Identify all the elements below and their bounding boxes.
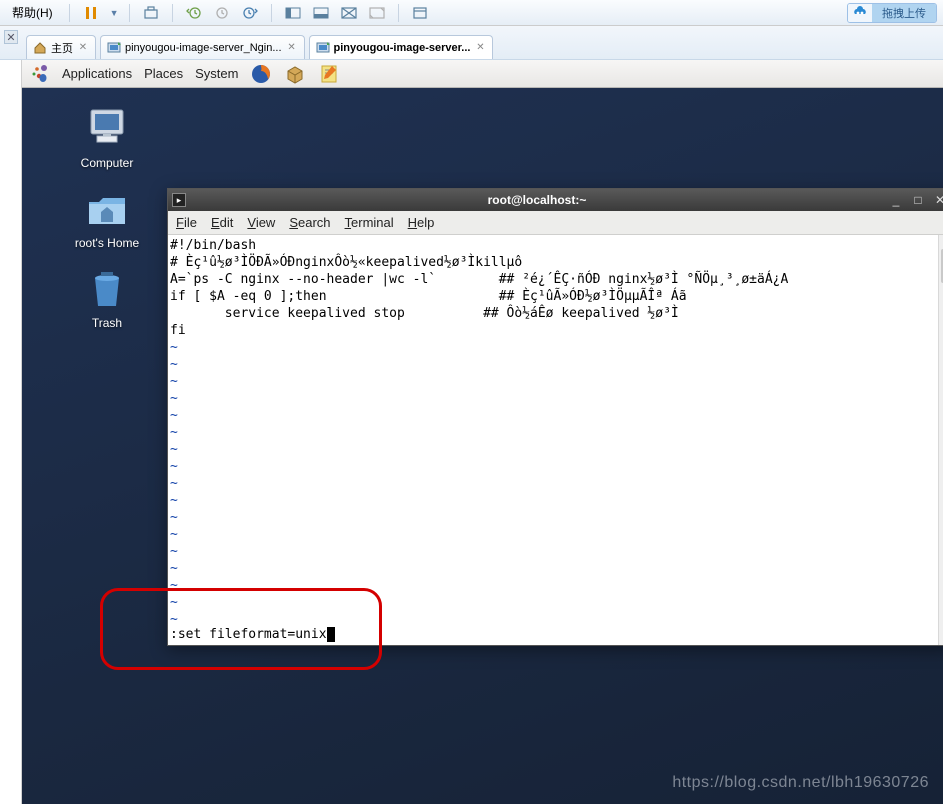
close-button[interactable]: ✕ xyxy=(932,193,943,207)
tab-label: pinyougou-image-server_Ngin... xyxy=(125,42,282,54)
cloud-icon xyxy=(848,3,872,23)
pause-icon[interactable] xyxy=(80,3,102,23)
terminal-titlebar[interactable]: ▸ root@localhost:~ _ □ ✕ xyxy=(168,189,943,211)
clock-grey-icon[interactable] xyxy=(211,3,233,23)
clock-back-icon[interactable] xyxy=(183,3,205,23)
desktop-icon-computer[interactable]: Computer xyxy=(62,104,152,170)
notes-icon[interactable] xyxy=(318,63,340,85)
tab-label: 主页 xyxy=(51,40,73,56)
layout3-icon[interactable] xyxy=(338,3,360,23)
terminal-menu-view[interactable]: View xyxy=(247,215,275,230)
terminal-content[interactable]: #!/bin/bash # Èç¹û½ø³ÌÖÐÃ»ÓÐnginxÔò½«kee… xyxy=(170,237,938,643)
left-gutter xyxy=(0,60,22,804)
tab-close-icon[interactable]: ✕ xyxy=(286,42,298,54)
terminal-app-icon: ▸ xyxy=(172,193,186,207)
separator xyxy=(271,4,272,22)
tab-2[interactable]: pinyougou-image-server...✕ xyxy=(309,35,494,59)
places-menu[interactable]: Places xyxy=(144,66,183,81)
terminal-menubar: File Edit View Search Terminal Help xyxy=(168,211,943,235)
scrollbar[interactable]: ▴ ▾ xyxy=(938,235,943,645)
desktop[interactable]: Computer root's Home Trash ▸ root@localh… xyxy=(22,88,943,804)
layout1-icon[interactable] xyxy=(282,3,304,23)
terminal-body[interactable]: #!/bin/bash # Èç¹û½ø³ÌÖÐÃ»ÓÐnginxÔò½«kee… xyxy=(168,235,943,645)
vm-viewport: Applications Places System Computer root… xyxy=(22,60,943,804)
separator xyxy=(172,4,173,22)
firefox-icon[interactable] xyxy=(250,63,272,85)
desktop-icon-label: Trash xyxy=(62,316,152,330)
host-toolbar: 帮助(H) ▼ 拖拽上传 xyxy=(0,0,943,26)
scroll-down-icon[interactable]: ▾ xyxy=(939,631,943,645)
tab-close-icon[interactable]: ✕ xyxy=(474,42,486,54)
tab-1[interactable]: pinyougou-image-server_Ngin... ✕ xyxy=(100,35,305,59)
window-icon[interactable] xyxy=(409,3,431,23)
scroll-up-icon[interactable]: ▴ xyxy=(939,235,943,249)
separator xyxy=(129,4,130,22)
desktop-icon-home[interactable]: root's Home xyxy=(62,184,152,250)
gnome-panel: Applications Places System xyxy=(22,60,943,88)
separator xyxy=(69,4,70,22)
tab-strip: ✕ 主页✕pinyougou-image-server_Ngin...✕piny… xyxy=(0,26,943,60)
snapshot-icon[interactable] xyxy=(140,3,162,23)
upload-label: 拖拽上传 xyxy=(872,3,936,23)
terminal-menu-search[interactable]: Search xyxy=(289,215,330,230)
terminal-menu-edit[interactable]: Edit xyxy=(211,215,233,230)
desktop-icon-label: Computer xyxy=(62,156,152,170)
chevron-down-icon[interactable]: ▼ xyxy=(110,8,119,18)
terminal-menu-file[interactable]: File xyxy=(176,215,197,230)
tab-0[interactable]: 主页 ✕ xyxy=(26,35,96,59)
text-cursor xyxy=(327,627,335,642)
system-menu[interactable]: System xyxy=(195,66,238,81)
layout4-icon[interactable] xyxy=(366,3,388,23)
desktop-icon-label: root's Home xyxy=(62,236,152,250)
terminal-menu-help[interactable]: Help xyxy=(408,215,435,230)
terminal-window: ▸ root@localhost:~ _ □ ✕ File Edit View Sea… xyxy=(167,188,943,646)
help-menu[interactable]: 帮助(H) xyxy=(6,0,59,25)
vim-command-line[interactable]: :set fileformat=unix xyxy=(170,626,335,643)
applications-menu[interactable]: Applications xyxy=(62,66,132,81)
separator xyxy=(398,4,399,22)
desktop-icon-trash[interactable]: Trash xyxy=(62,264,152,330)
minimize-button[interactable]: _ xyxy=(888,193,904,207)
maximize-button[interactable]: □ xyxy=(910,193,926,207)
layout2-icon[interactable] xyxy=(310,3,332,23)
tab-close-icon[interactable]: ✕ xyxy=(77,42,89,54)
clock-forward-icon[interactable] xyxy=(239,3,261,23)
close-panel-button[interactable]: ✕ xyxy=(4,30,18,44)
terminal-title: root@localhost:~ xyxy=(192,193,882,207)
terminal-menu-terminal[interactable]: Terminal xyxy=(345,215,394,230)
upload-box[interactable]: 拖拽上传 xyxy=(847,3,937,23)
tab-label: pinyougou-image-server... xyxy=(334,42,471,54)
package-icon[interactable] xyxy=(284,63,306,85)
gnome-foot-icon xyxy=(30,64,50,84)
